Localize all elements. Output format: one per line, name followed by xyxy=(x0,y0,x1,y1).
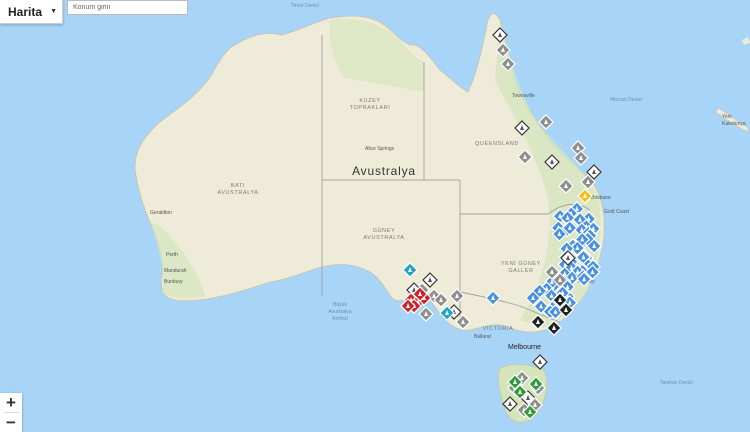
map-canvas[interactable]: Timor Denizi Mercan Denizi Tasman Denizi… xyxy=(0,0,750,432)
gold-coast-label: Gold Coast xyxy=(604,209,630,215)
location-search-input[interactable] xyxy=(67,0,188,15)
tasman-sea-label: Tasman Denizi xyxy=(660,380,693,386)
geraldton-label: Geraldton xyxy=(150,210,172,216)
timor-sea-label: Timor Denizi xyxy=(291,3,319,9)
nsw-label-1: YENİ GÜNEY xyxy=(501,260,541,267)
chevron-down-icon: ▼ xyxy=(50,8,57,15)
bight-label-1: Büyük xyxy=(333,302,347,308)
nsw-label-2: GALLER xyxy=(508,268,533,274)
mercan-sea-label: Mercan Denizi xyxy=(610,97,642,103)
new-cal-label-2: Kaledonya xyxy=(722,121,746,127)
country-label: Avustralya xyxy=(352,164,416,178)
wa-label-2: AVUSTRALYA xyxy=(217,190,258,196)
sa-label-2: AVUSTRALYA xyxy=(363,235,404,241)
bunbury-label: Bunbury xyxy=(164,279,183,285)
melbourne-label: Melbourne xyxy=(508,344,541,351)
bight-label-2: Avustralya xyxy=(328,309,351,315)
brisbane-label: Brisbane xyxy=(591,195,611,201)
mandurah-label: Mandurah xyxy=(164,268,187,274)
nt-label-1: KUZEY xyxy=(359,98,380,104)
vic-label: VICTORIA xyxy=(483,326,514,332)
map-type-dropdown[interactable]: Harita ▼ xyxy=(0,0,63,24)
wa-label-1: BATI xyxy=(231,183,245,189)
zoom-out-button[interactable]: − xyxy=(0,413,22,432)
perth-label: Perth xyxy=(166,252,178,258)
sa-label-1: GÜNEY xyxy=(373,227,396,234)
zoom-in-button[interactable]: + xyxy=(0,393,22,412)
alice-label: Alice Springs xyxy=(365,146,395,152)
new-cal-label-1: Yeni xyxy=(722,114,732,120)
zoom-control: + − xyxy=(0,393,22,432)
townsville-label: Townsville xyxy=(512,93,535,99)
nt-label-2: TOPRAKLARI xyxy=(350,105,391,111)
ballarat-label: Ballarat xyxy=(474,334,492,340)
qld-label: QUEENSLAND xyxy=(475,141,519,147)
bight-label-3: Körfezi xyxy=(332,316,348,322)
map-type-label: Harita xyxy=(8,4,43,19)
